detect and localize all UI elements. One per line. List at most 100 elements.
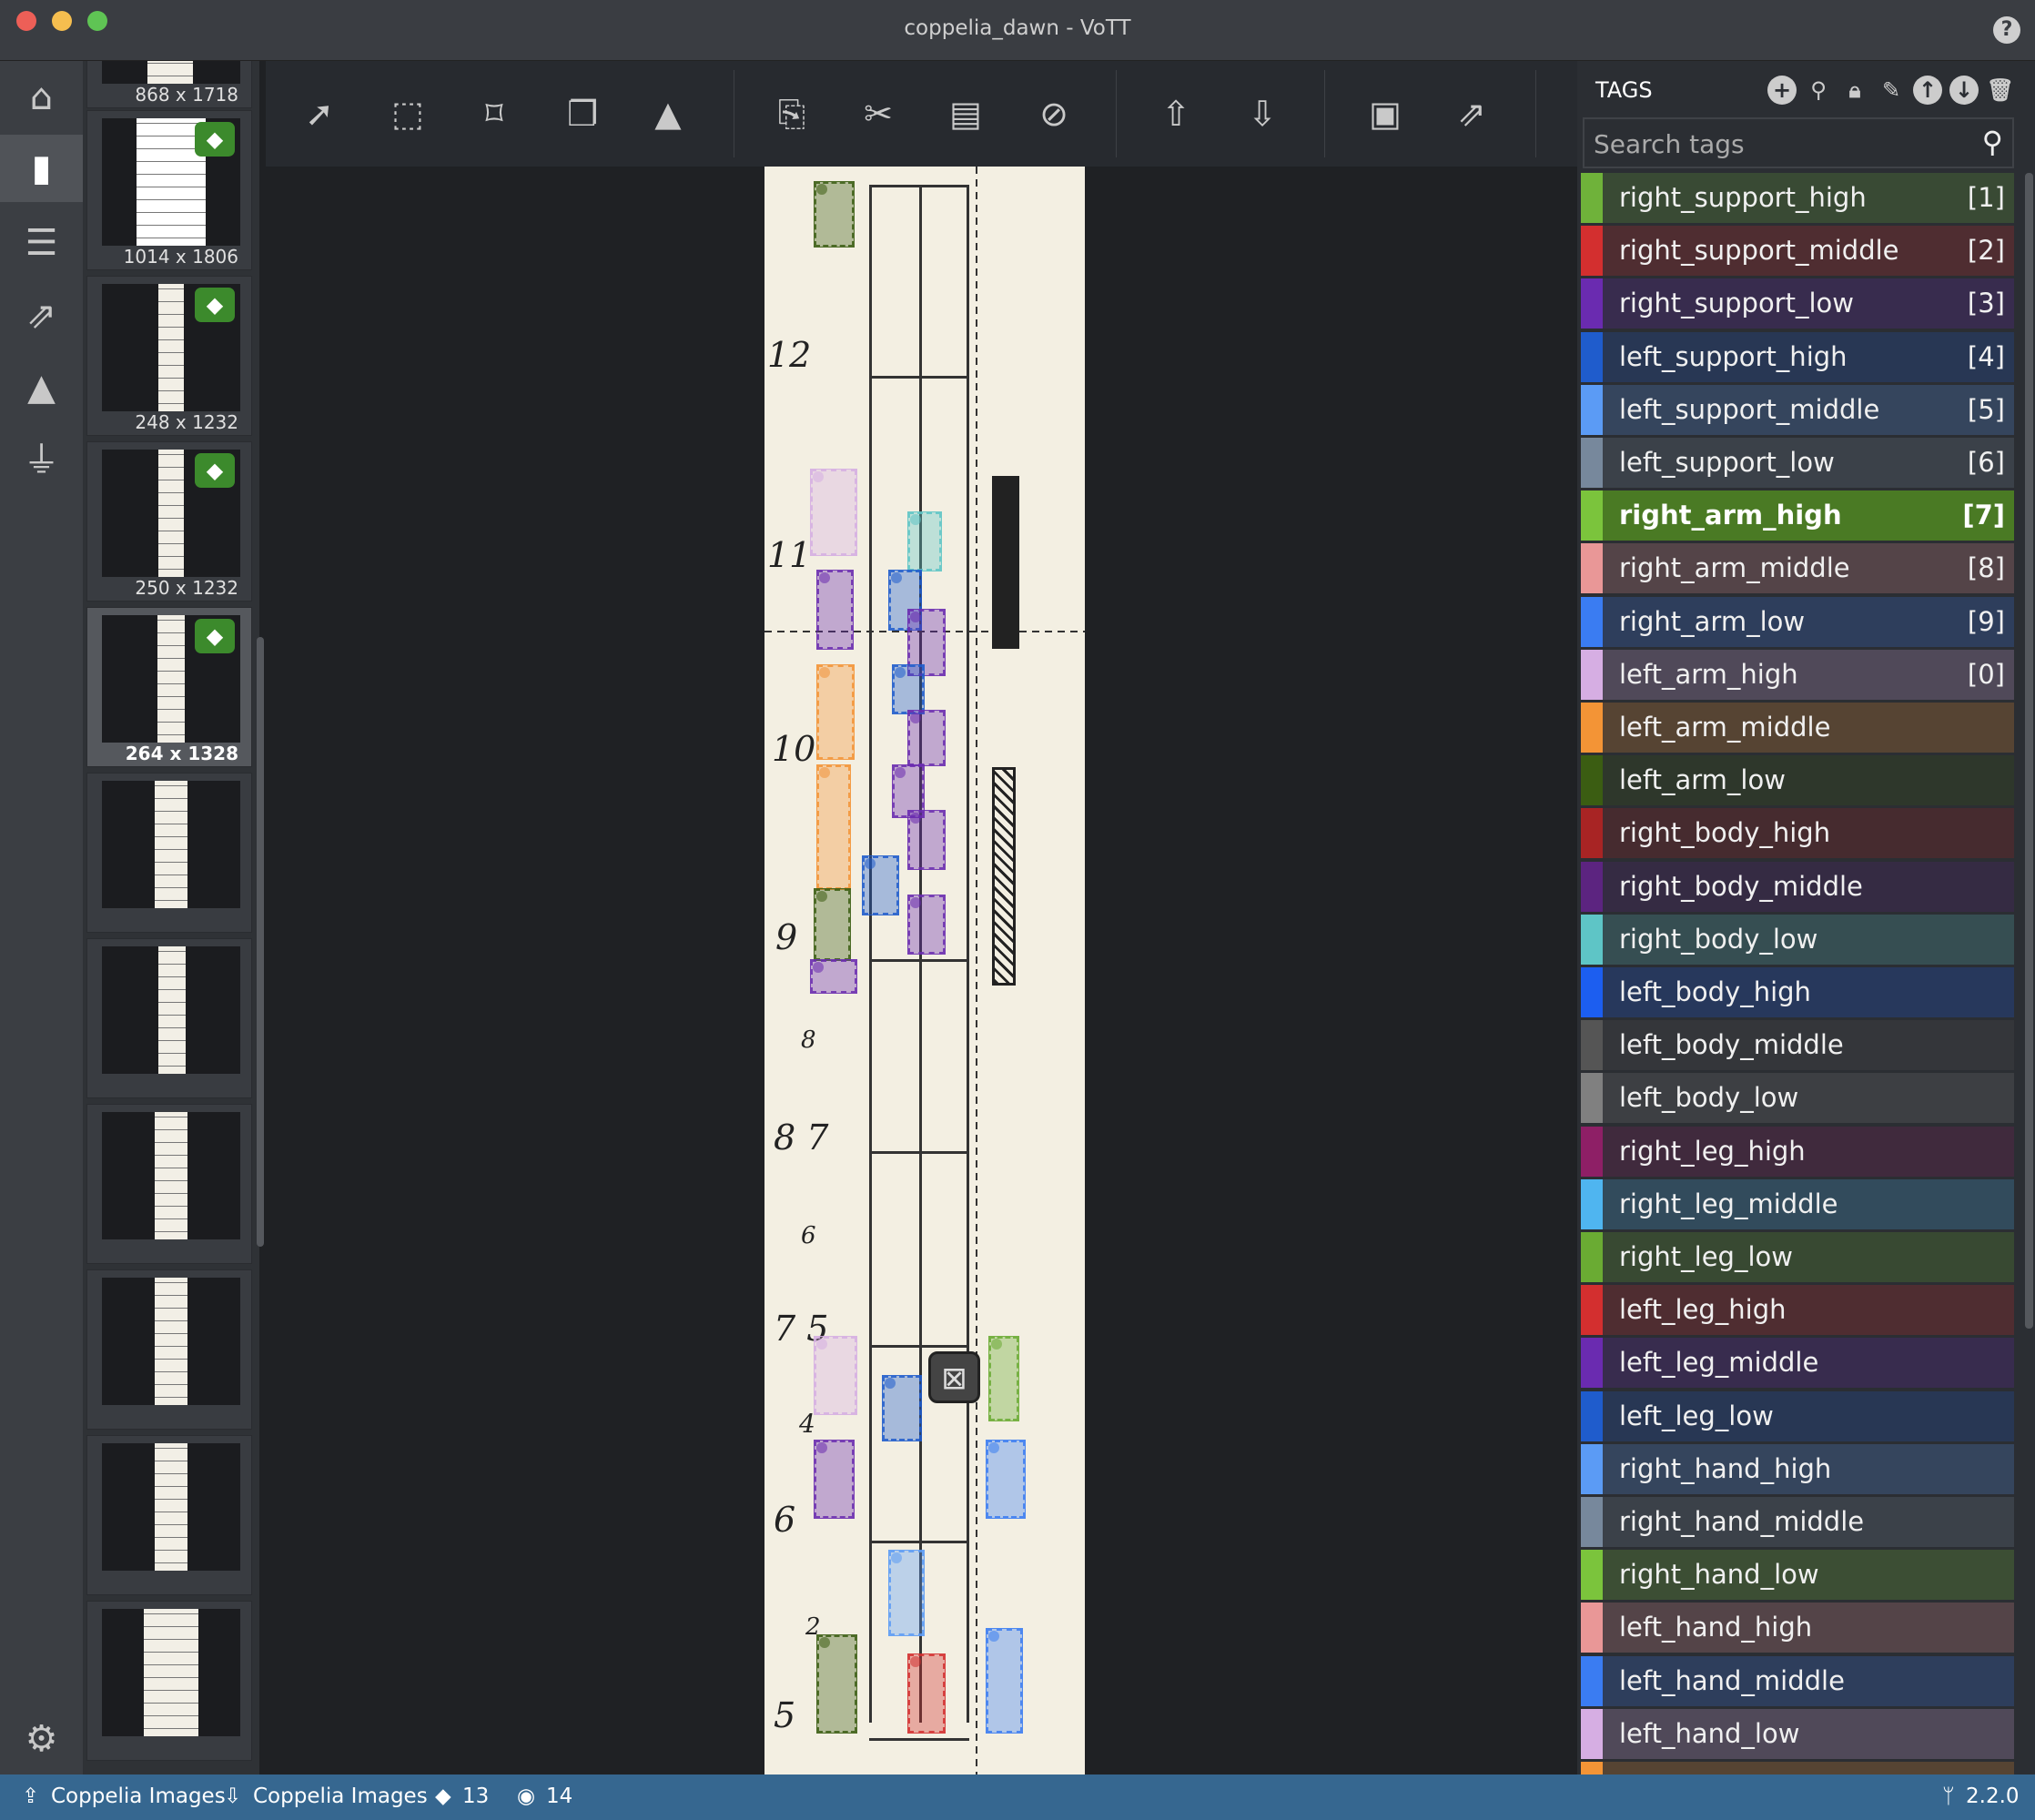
active-learning-icon[interactable]: ▲ xyxy=(0,354,83,421)
tag-item[interactable]: left_body_high xyxy=(1581,967,2014,1017)
editor-canvas[interactable]: 12 11 10 9 8 8 7 6 7 5 4 6 2 5 ⊠ xyxy=(266,167,1577,1774)
move-tag-down-icon[interactable]: ↓ xyxy=(1949,76,1979,105)
search-icon[interactable]: ⚲ xyxy=(1804,76,1833,105)
tag-item[interactable]: left_leg_low xyxy=(1581,1390,2014,1441)
settings-sliders-icon[interactable]: ☰ xyxy=(0,209,83,277)
annotation-region[interactable] xyxy=(889,1551,924,1635)
annotation-region[interactable] xyxy=(815,1441,854,1518)
copy-regions-icon[interactable]: ⎘ xyxy=(766,88,817,139)
annotation-region[interactable] xyxy=(863,856,898,915)
paste-regions-icon[interactable]: ▤ xyxy=(940,88,991,139)
tag-item[interactable]: left_body_low xyxy=(1581,1073,2014,1124)
save-icon[interactable]: ▣ xyxy=(1360,88,1411,139)
tag-item[interactable]: left_support_high [4] xyxy=(1581,331,2014,382)
tag-item[interactable]: right_hand_high xyxy=(1581,1443,2014,1494)
tag-item[interactable]: right_arm_high [7] xyxy=(1581,490,2014,541)
thumbnail[interactable] xyxy=(86,1269,252,1430)
tag-item[interactable]: left_support_middle [5] xyxy=(1581,384,2014,435)
add-tag-icon[interactable]: + xyxy=(1767,76,1797,105)
lock-icon[interactable]: 🔒︎ xyxy=(1840,76,1869,105)
gear-icon[interactable]: ⚙ xyxy=(0,1705,83,1773)
annotation-region[interactable] xyxy=(815,1337,856,1414)
tag-search-box: ⚲ xyxy=(1583,117,2014,168)
tag-item[interactable]: right_support_middle [2] xyxy=(1581,226,2014,277)
score-image[interactable]: 12 11 10 9 8 8 7 6 7 5 4 6 2 5 ⊠ xyxy=(764,167,1085,1774)
annotation-region[interactable] xyxy=(987,1441,1025,1518)
tag-item[interactable]: right_leg_middle xyxy=(1581,1178,2014,1229)
annotation-region[interactable] xyxy=(883,1376,921,1441)
annotation-region[interactable] xyxy=(815,182,854,247)
tag-item[interactable]: right_leg_low xyxy=(1581,1232,2014,1282)
annotation-region[interactable] xyxy=(817,665,854,759)
annotation-region[interactable] xyxy=(893,665,924,713)
tag-item[interactable]: left_body_middle xyxy=(1581,1020,2014,1071)
tag-item[interactable]: left_leg_high xyxy=(1581,1285,2014,1336)
connections-plug-icon[interactable]: ⏚ xyxy=(0,427,83,494)
annotation-region[interactable] xyxy=(908,512,941,571)
edit-tag-icon[interactable]: ✎ xyxy=(1877,76,1906,105)
draw-rectangle-icon[interactable]: ⬚ xyxy=(382,88,433,139)
thumbnail[interactable]: ◆ 250 x 1232 xyxy=(86,441,252,602)
annotation-region[interactable] xyxy=(987,1629,1022,1733)
annotation-region[interactable] xyxy=(893,765,924,817)
tag-item[interactable]: right_arm_low [9] xyxy=(1581,596,2014,647)
annotation-region[interactable] xyxy=(989,1337,1018,1421)
help-icon[interactable]: ? xyxy=(1993,16,2020,44)
annotation-region[interactable] xyxy=(908,711,945,765)
thumbnail-selected[interactable]: ◆ 264 x 1328 xyxy=(86,607,252,767)
next-asset-icon[interactable]: ⇩ xyxy=(1237,88,1288,139)
tag-item[interactable]: left_support_low [6] xyxy=(1581,438,2014,488)
move-tag-up-icon[interactable]: ↑ xyxy=(1913,76,1942,105)
thumbnail[interactable]: ◆ 248 x 1232 xyxy=(86,276,252,436)
tag-item[interactable]: left_hand_low xyxy=(1581,1708,2014,1759)
thumbnail-scrollbar[interactable] xyxy=(257,637,264,1247)
thumbnail[interactable] xyxy=(86,938,252,1098)
thumbnail[interactable] xyxy=(86,1601,252,1761)
thumbnail[interactable]: ◆ 1014 x 1806 xyxy=(86,110,252,270)
tag-search-input[interactable] xyxy=(1594,126,1958,161)
clear-regions-icon[interactable]: ⊘ xyxy=(1028,88,1079,139)
previous-asset-icon[interactable]: ⇧ xyxy=(1150,88,1201,139)
tag-item[interactable] xyxy=(1581,1762,2014,1774)
tag-item[interactable]: right_hand_middle xyxy=(1581,1497,2014,1547)
draw-polygon-icon[interactable]: ⌑ xyxy=(469,88,520,139)
copy-rectangle-icon[interactable]: ❐ xyxy=(557,88,608,139)
export-icon[interactable]: ⇗ xyxy=(0,282,83,349)
annotation-region[interactable] xyxy=(811,470,856,555)
active-learning-icon[interactable]: ▲ xyxy=(643,88,694,139)
cut-regions-icon[interactable]: ✂ xyxy=(853,88,904,139)
tag-item[interactable]: right_hand_low xyxy=(1581,1550,2014,1601)
delete-tag-icon[interactable]: 🗑︎ xyxy=(1986,76,2015,105)
tag-item[interactable]: right_body_low xyxy=(1581,914,2014,965)
thumbnail[interactable] xyxy=(86,1435,252,1595)
annotation-region[interactable] xyxy=(817,765,850,889)
select-pointer-icon[interactable]: ➚ xyxy=(294,88,345,139)
annotation-region[interactable] xyxy=(908,895,945,954)
tag-item[interactable]: right_leg_high xyxy=(1581,1126,2014,1177)
thumbnail[interactable] xyxy=(86,1104,252,1264)
delete-region-button[interactable]: ⊠ xyxy=(928,1351,980,1403)
tag-item[interactable]: right_support_low [3] xyxy=(1581,278,2014,329)
export-icon[interactable]: ⇗ xyxy=(1446,88,1497,139)
thumbnail[interactable]: 868 x 1718 xyxy=(86,61,252,108)
annotation-region[interactable] xyxy=(817,1635,856,1733)
tag-item[interactable]: right_body_middle xyxy=(1581,861,2014,912)
thumbnail[interactable] xyxy=(86,773,252,933)
annotation-region[interactable] xyxy=(815,889,850,960)
annotation-region[interactable] xyxy=(908,1654,945,1733)
tag-item[interactable]: right_body_high xyxy=(1581,808,2014,859)
tag-item[interactable]: left_arm_high [0] xyxy=(1581,649,2014,700)
tag-item[interactable]: left_leg_middle xyxy=(1581,1338,2014,1389)
annotation-region[interactable] xyxy=(817,571,853,649)
tag-item[interactable]: left_arm_middle xyxy=(1581,703,2014,753)
tag-item[interactable]: right_support_high [1] xyxy=(1581,173,2014,223)
tag-item[interactable]: right_arm_middle [8] xyxy=(1581,543,2014,594)
annotation-region[interactable] xyxy=(811,960,856,993)
tag-list-scrollbar[interactable] xyxy=(2025,173,2033,1329)
tag-item[interactable]: left_arm_low xyxy=(1581,755,2014,806)
annotation-region[interactable] xyxy=(908,811,945,869)
home-icon[interactable]: ⌂ xyxy=(0,64,83,131)
tag-item[interactable]: left_hand_middle xyxy=(1581,1655,2014,1706)
bookmark-editor-icon[interactable]: ▮ xyxy=(0,135,83,202)
tag-item[interactable]: left_hand_high xyxy=(1581,1603,2014,1653)
